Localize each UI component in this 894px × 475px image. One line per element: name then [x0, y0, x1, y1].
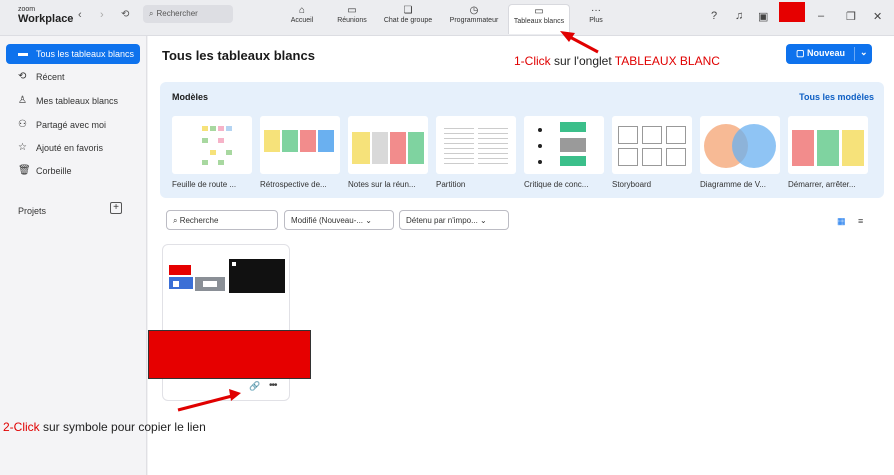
- arrow-to-tab: [560, 31, 599, 54]
- arrow-to-link-icon: [177, 389, 241, 412]
- annotation-arrows: [177, 31, 599, 412]
